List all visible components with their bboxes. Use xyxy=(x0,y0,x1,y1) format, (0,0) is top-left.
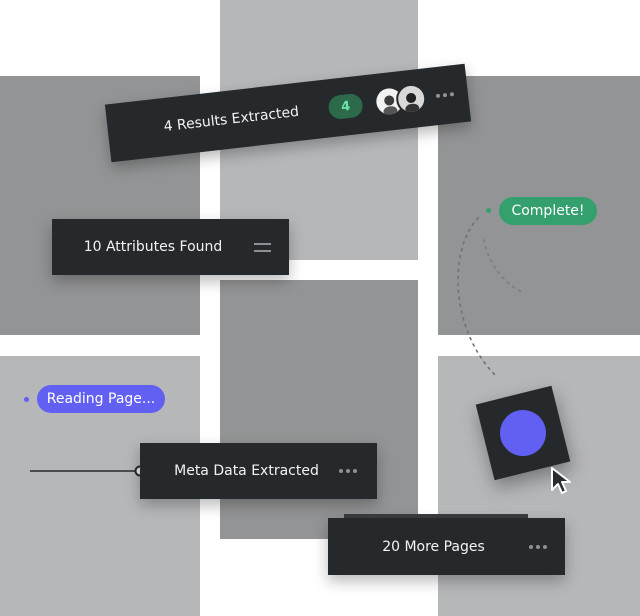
drag-handle-icon[interactable] xyxy=(254,242,271,252)
avatar-group xyxy=(372,82,428,119)
reading-status-pill: Reading Page... xyxy=(37,385,165,413)
attributes-found-card[interactable]: 10 Attributes Found xyxy=(52,219,289,275)
more-pages-label: 20 More Pages xyxy=(382,538,485,555)
reading-indicator-dot xyxy=(24,397,29,402)
cursor-icon xyxy=(551,467,571,494)
complete-indicator-dot xyxy=(486,208,491,213)
panel-bottom-center xyxy=(220,280,418,539)
record-circle xyxy=(495,405,551,461)
meta-data-label: Meta Data Extracted xyxy=(174,463,319,479)
attributes-found-label: 10 Attributes Found xyxy=(83,239,223,255)
more-pages-card[interactable]: 20 More Pages xyxy=(328,518,565,575)
complete-status-pill: Complete! xyxy=(499,197,597,225)
results-extracted-label: 4 Results Extracted xyxy=(162,103,300,136)
meta-more-icon[interactable] xyxy=(339,469,357,473)
results-more-icon[interactable] xyxy=(435,92,455,99)
results-count-badge: 4 xyxy=(327,92,364,121)
meta-data-card[interactable]: Meta Data Extracted xyxy=(140,443,377,499)
pages-more-icon[interactable] xyxy=(529,544,547,549)
